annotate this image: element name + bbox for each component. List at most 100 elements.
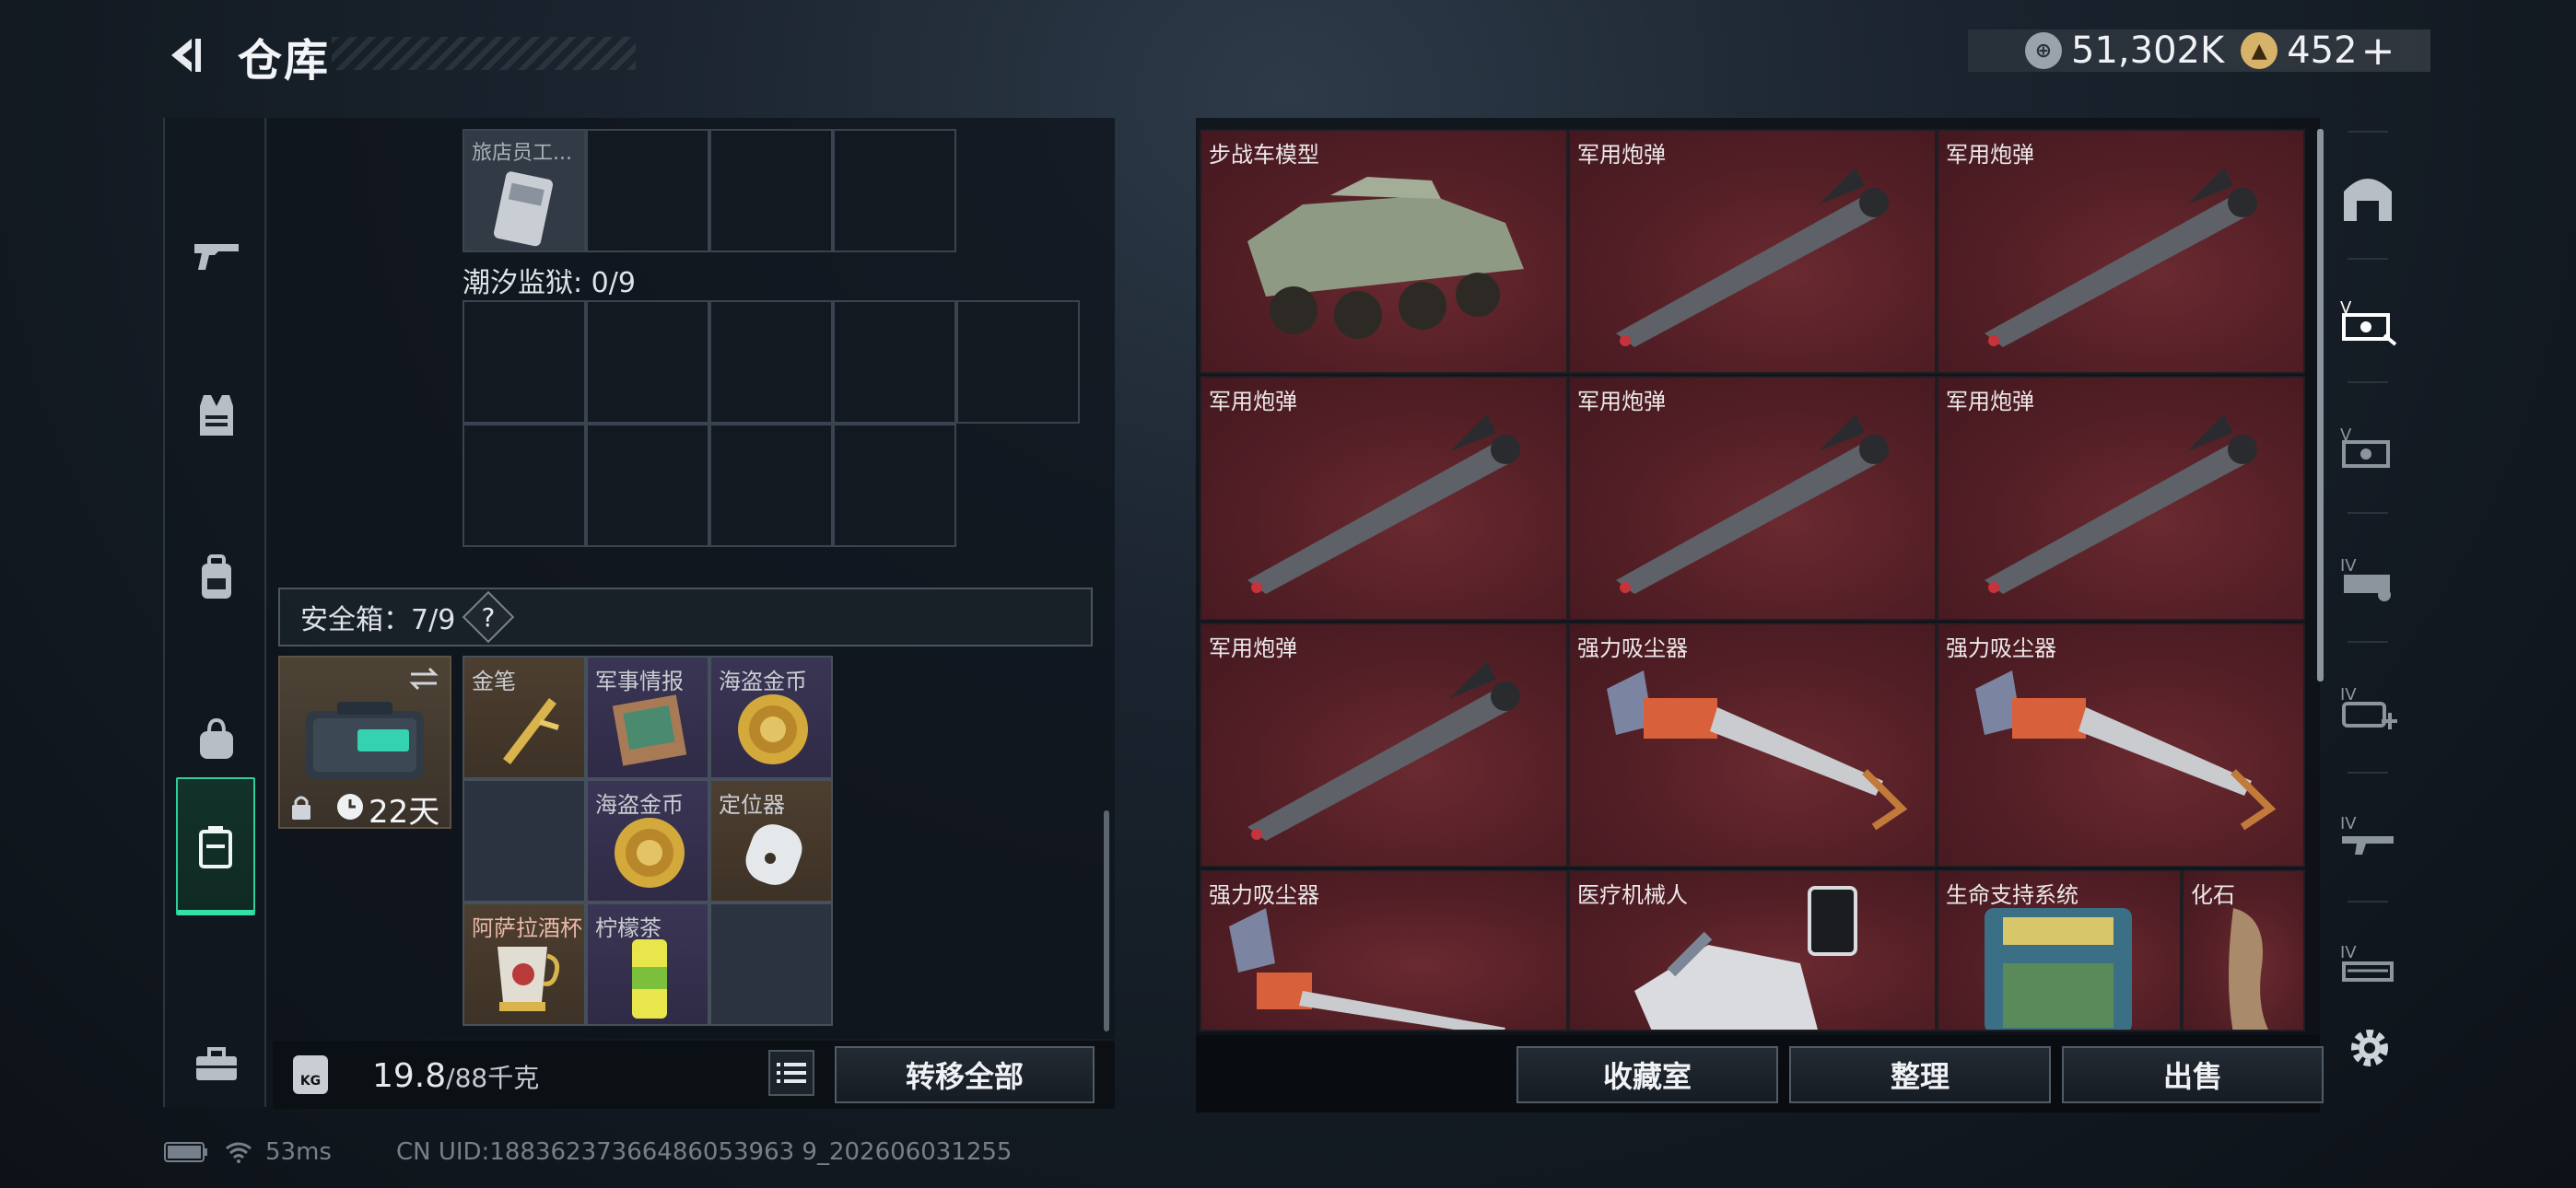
grid-cell[interactable] <box>586 129 709 252</box>
missile-icon <box>1616 414 1889 594</box>
help-button[interactable]: ? <box>462 590 515 644</box>
filter-medkit[interactable]: IV <box>2331 670 2405 744</box>
svg-text:IV: IV <box>2340 685 2357 705</box>
warehouse-item-vacuum[interactable]: 强力吸尘器 <box>1937 623 2305 868</box>
transfer-all-button[interactable]: 转移全部 <box>835 1046 1095 1103</box>
nav-toolbox[interactable] <box>165 995 268 1133</box>
stash-scrollbar[interactable] <box>1104 810 1109 1031</box>
safe-item-pirate-coin-2[interactable]: 海盗金币 <box>586 779 709 903</box>
tide-prison-label: 潮汐监狱: 0/9 <box>463 267 636 299</box>
ifv-model-icon <box>1247 177 1524 339</box>
filter-sort-alt[interactable]: V <box>2331 411 2405 484</box>
warehouse-item-military-shell[interactable]: 军用炮弹 <box>1568 376 1937 621</box>
lock-icon <box>292 796 310 820</box>
arch-icon <box>2344 179 2392 221</box>
back-button[interactable] <box>157 26 216 85</box>
warehouse-item-vacuum[interactable]: 强力吸尘器 <box>1200 869 1568 1031</box>
vacuum-icon <box>1607 670 1908 831</box>
svg-text:IV: IV <box>2340 814 2357 833</box>
safe-item-asala-cup[interactable]: 阿萨拉酒杯 <box>463 903 586 1026</box>
weight-value: 19.8/88千克 <box>372 1057 540 1095</box>
warehouse-item-military-shell[interactable]: 军用炮弹 <box>1200 376 1568 621</box>
filter-ammo[interactable]: IV <box>2331 542 2405 615</box>
iv-gear-icon: IV <box>2340 943 2394 982</box>
grid-cell[interactable] <box>833 129 956 252</box>
grid-cell[interactable] <box>833 424 956 547</box>
title-decoration <box>332 37 636 70</box>
iv-weapon-icon: IV <box>2340 814 2394 855</box>
divider <box>2348 258 2388 260</box>
safe-slot-empty[interactable] <box>463 779 586 903</box>
divider <box>2348 131 2388 133</box>
grid-cell[interactable] <box>463 424 586 547</box>
svg-text:IV: IV <box>2340 556 2357 576</box>
tag-sort-icon: V <box>2340 298 2397 346</box>
grid-cell[interactable] <box>833 300 956 424</box>
grid-cell[interactable] <box>709 300 833 424</box>
warehouse-item-fossil[interactable]: 化石 <box>2182 869 2305 1031</box>
iv-medkit-icon: IV <box>2340 685 2397 729</box>
backpack-icon <box>202 554 231 599</box>
safebox-days: 22天 <box>369 794 440 831</box>
safebox-container[interactable]: 22天 <box>278 656 451 831</box>
organize-button[interactable]: 整理 <box>1789 1046 2051 1103</box>
filter-sort[interactable]: V <box>2331 284 2405 357</box>
filter-gear[interactable]: IV <box>2331 928 2405 1002</box>
swap-icon <box>409 667 439 691</box>
bag-icon <box>200 718 233 759</box>
safe-item-military-intel[interactable]: 军事情报 <box>586 656 709 779</box>
nav-armor[interactable] <box>165 346 268 484</box>
grid-cell[interactable] <box>709 424 833 547</box>
currency-premium: 452 <box>2287 29 2358 72</box>
warehouse-item-military-shell[interactable]: 军用炮弹 <box>1568 129 1937 374</box>
grid-cell[interactable] <box>586 424 709 547</box>
nav-weapon[interactable] <box>165 186 268 324</box>
grid-cell-item[interactable]: 旅店员工... <box>463 129 586 252</box>
safe-slot-empty[interactable] <box>709 903 833 1026</box>
add-currency-button[interactable]: + <box>2361 28 2395 75</box>
back-arrow-icon <box>171 39 201 72</box>
safe-item-gold-pen[interactable]: 金笔 <box>463 656 586 779</box>
warehouse-item-military-shell[interactable]: 军用炮弹 <box>1937 129 2305 374</box>
sell-button[interactable]: 出售 <box>2062 1046 2324 1103</box>
missile-icon <box>1247 414 1520 594</box>
warehouse-scrollbar[interactable] <box>2317 129 2324 681</box>
page-title: 仓库 <box>238 35 331 87</box>
gear-icon <box>2351 1030 2388 1066</box>
warehouse-item-military-shell[interactable]: 军用炮弹 <box>1937 376 2305 621</box>
filter-weapon[interactable]: IV <box>2331 799 2405 873</box>
vacuum-icon <box>1975 670 2277 831</box>
warehouse-item-life-support[interactable]: 生命支持系统 <box>1937 869 2182 1031</box>
collection-room-button[interactable]: 收藏室 <box>1516 1046 1778 1103</box>
warehouse-item-military-shell[interactable]: 军用炮弹 <box>1200 623 1568 868</box>
svg-text:IV: IV <box>2340 943 2357 962</box>
ping: 53ms <box>265 1138 332 1166</box>
safebox-case-icon <box>306 702 424 779</box>
filter-all[interactable] <box>2331 160 2405 234</box>
warehouse-item-ifv-model[interactable]: 步战车模型 <box>1200 129 1568 374</box>
warehouse-item-medical-robot[interactable]: 医疗机械人 <box>1568 869 1937 1031</box>
grid-cell[interactable] <box>709 129 833 252</box>
safe-item-lemon-tea[interactable]: 柠檬茶 <box>586 903 709 1026</box>
intel-document-icon <box>612 694 687 766</box>
grid-cell[interactable] <box>586 300 709 424</box>
nav-backpack[interactable] <box>165 508 268 646</box>
list-view-button[interactable] <box>768 1050 814 1096</box>
cup-icon <box>498 947 560 1011</box>
safebox-capacity: 安全箱：7/9 <box>300 604 456 636</box>
grid-cell[interactable] <box>956 300 1080 424</box>
currency-bar: ⊕ 51,302K ▲ 452 + <box>1968 28 2430 75</box>
filter-sidebar: V V IV IV IV IV <box>2324 118 2412 1039</box>
gold-coin-icon <box>738 694 808 764</box>
divider <box>2348 381 2388 383</box>
nav-safebox[interactable] <box>176 777 255 915</box>
medical-robot-icon <box>1634 886 1857 1030</box>
settings-button[interactable] <box>2344 1022 2395 1074</box>
divider <box>2348 772 2388 774</box>
safebox-icon <box>199 826 232 868</box>
tag-sort-alt-icon: V <box>2340 425 2390 468</box>
safe-item-pirate-coin[interactable]: 海盗金币 <box>709 656 833 779</box>
grid-cell[interactable] <box>463 300 586 424</box>
safe-item-locator[interactable]: 定位器 <box>709 779 833 903</box>
warehouse-item-vacuum[interactable]: 强力吸尘器 <box>1568 623 1937 868</box>
